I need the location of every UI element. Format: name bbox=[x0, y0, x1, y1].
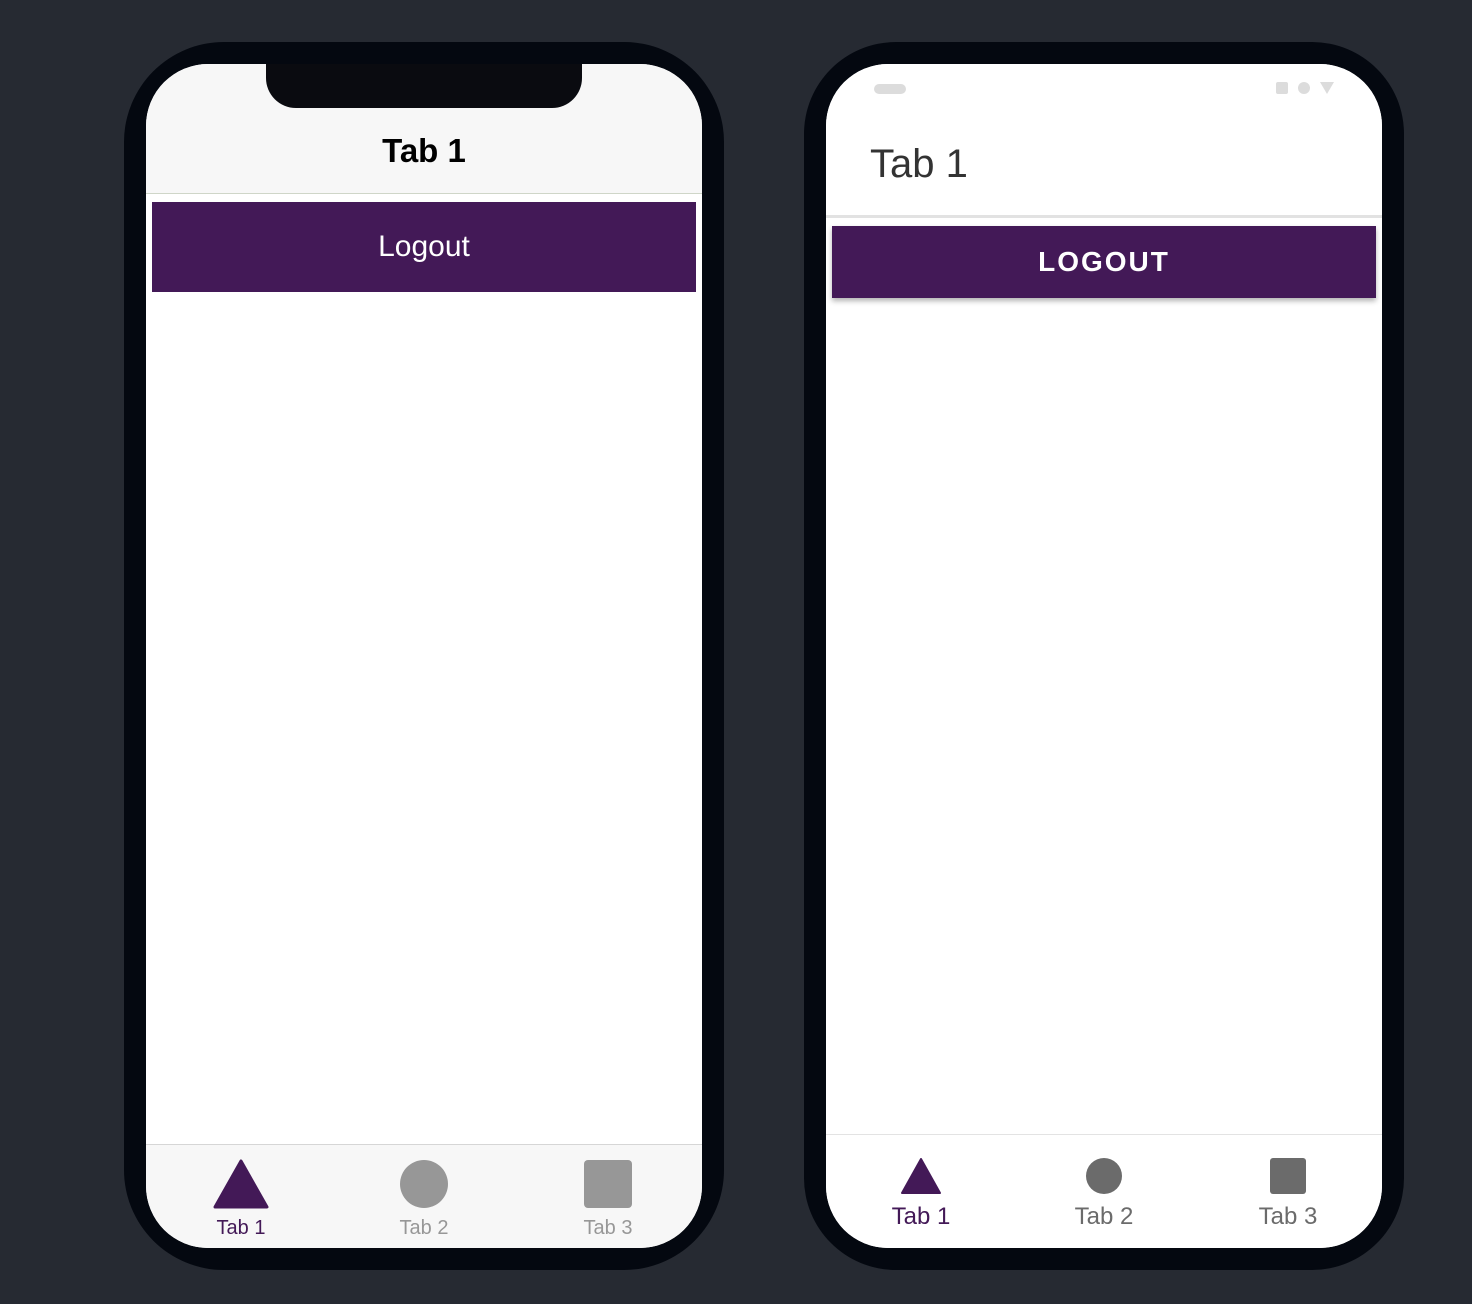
tab-3-label: Tab 3 bbox=[1258, 1203, 1318, 1230]
tab-3[interactable]: Tab 3 bbox=[515, 1145, 701, 1248]
square-icon bbox=[1269, 1157, 1307, 1195]
tab-2-label: Tab 2 bbox=[399, 1217, 449, 1239]
ellipse-icon bbox=[399, 1159, 449, 1209]
ios-device-frame: Tab 1 Logout Tab 1 Tab 2 Tab 3 bbox=[124, 42, 724, 1270]
battery-icon bbox=[1276, 82, 1288, 94]
android-screen: Tab 1 LOGOUT Tab 1 Tab 2 Tab 3 bbox=[826, 64, 1382, 1248]
status-bar-pill bbox=[874, 84, 906, 94]
tab-3-label: Tab 3 bbox=[583, 1217, 633, 1239]
logout-button[interactable]: Logout bbox=[152, 202, 696, 292]
tab-1-label: Tab 1 bbox=[216, 1217, 266, 1239]
logout-button[interactable]: LOGOUT bbox=[832, 226, 1376, 298]
signal-icon bbox=[1298, 82, 1310, 94]
tab-2-label: Tab 2 bbox=[1074, 1203, 1134, 1230]
tab-1[interactable]: Tab 1 bbox=[148, 1145, 334, 1248]
triangle-icon bbox=[213, 1159, 269, 1209]
android-device-frame: Tab 1 LOGOUT Tab 1 Tab 2 Tab 3 bbox=[804, 42, 1404, 1270]
ellipse-icon bbox=[1085, 1157, 1123, 1195]
ios-notch bbox=[266, 64, 582, 108]
tab-3[interactable]: Tab 3 bbox=[1195, 1135, 1381, 1248]
tab-1-label: Tab 1 bbox=[891, 1203, 951, 1230]
status-bar-icons bbox=[1276, 82, 1334, 94]
triangle-icon bbox=[900, 1157, 942, 1195]
android-tab-bar: Tab 1 Tab 2 Tab 3 bbox=[826, 1134, 1382, 1248]
ios-screen: Tab 1 Logout Tab 1 Tab 2 Tab 3 bbox=[146, 64, 702, 1248]
wifi-icon bbox=[1320, 82, 1334, 94]
ios-tab-bar: Tab 1 Tab 2 Tab 3 bbox=[146, 1144, 702, 1248]
tab-2[interactable]: Tab 2 bbox=[331, 1145, 517, 1248]
android-header-toolbar: Tab 1 bbox=[826, 64, 1382, 218]
page-title: Tab 1 bbox=[382, 132, 466, 169]
tab-2[interactable]: Tab 2 bbox=[1011, 1135, 1197, 1248]
tab-1[interactable]: Tab 1 bbox=[828, 1135, 1014, 1248]
page-title: Tab 1 bbox=[870, 142, 968, 186]
square-icon bbox=[583, 1159, 633, 1209]
